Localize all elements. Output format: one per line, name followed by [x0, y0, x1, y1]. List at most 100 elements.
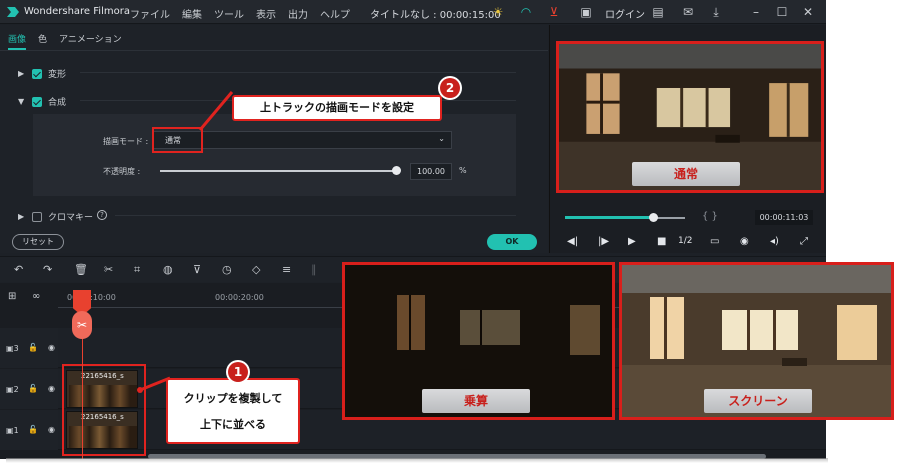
monitor-icon[interactable]: ▭	[710, 236, 719, 247]
add-track-icon[interactable]: ⊞	[8, 291, 16, 302]
lock-icon[interactable]: 🔓	[28, 384, 38, 393]
ok-button[interactable]: OK	[487, 234, 537, 250]
step-badge-1: 1	[228, 362, 248, 382]
callout-pointer	[198, 91, 234, 131]
eye-icon[interactable]: ◉	[48, 343, 55, 352]
clips-highlight	[62, 364, 146, 456]
speed-icon[interactable]: ⊽	[193, 263, 201, 276]
tab-divider	[0, 50, 548, 51]
menu-edit[interactable]: 編集	[182, 6, 202, 21]
lightbulb-icon[interactable]: ☀	[490, 4, 506, 20]
opacity-label: 不透明度 :	[103, 167, 141, 176]
opacity-slider[interactable]	[160, 170, 396, 172]
cart-icon[interactable]: ⊻	[546, 4, 562, 20]
login-button[interactable]: ログイン	[605, 6, 645, 21]
callout-duplicate-clip: クリップを複製して 上下に並べる	[166, 378, 300, 444]
chroma-key-checkbox[interactable]	[32, 211, 42, 222]
chevron-down-icon: ⌄	[438, 134, 445, 143]
undo-icon[interactable]: ↶	[14, 263, 23, 276]
caption-screen: スクリーン	[704, 389, 812, 413]
eye-icon[interactable]: ◉	[48, 384, 55, 393]
track-number: 2	[13, 385, 19, 394]
document-title: タイトルなし : 00:00:15:00	[370, 10, 501, 21]
chevron-right-icon[interactable]: ▶	[18, 69, 26, 78]
section-transform[interactable]: ▶ 変形	[18, 67, 66, 80]
tab-color[interactable]: 色	[38, 32, 47, 50]
audio-icon[interactable]: ∥	[311, 263, 317, 276]
menu-bar: ファイル 編集 ツール 表示 出力 ヘルプ	[130, 6, 350, 21]
step-badge-2: 2	[440, 78, 460, 98]
preview-viewer: 通常	[556, 41, 824, 193]
composite-checkbox[interactable]	[32, 96, 42, 107]
video-track-icon: ▣3	[6, 344, 19, 353]
caption-multiply: 乗算	[422, 389, 530, 413]
preview-scrubber-handle[interactable]	[649, 213, 658, 222]
tab-image[interactable]: 画像	[8, 32, 27, 50]
volume-icon[interactable]: ◂)	[770, 236, 779, 247]
next-frame-icon[interactable]: |▶	[598, 236, 609, 247]
inspector-tabs: 画像 色 アニメーション	[8, 32, 122, 50]
chevron-right-icon[interactable]: ▶	[18, 212, 26, 221]
eye-icon[interactable]: ◉	[48, 425, 55, 434]
lock-icon[interactable]: 🔓	[28, 425, 38, 434]
section-chroma-key[interactable]: ▶ クロマキー	[18, 210, 93, 223]
camera-icon[interactable]: ◉	[740, 236, 749, 247]
save-icon[interactable]: ▤	[650, 4, 666, 20]
opacity-input[interactable]: 100.00	[410, 163, 452, 180]
callout-line: クリップを複製して	[183, 392, 283, 405]
previous-frame-icon[interactable]: ◀|	[567, 236, 578, 247]
lock-icon[interactable]: 🔓	[28, 343, 38, 352]
app-name: Wondershare Filmora	[24, 6, 130, 17]
timer-icon[interactable]: ◷	[222, 263, 232, 276]
menu-file[interactable]: ファイル	[130, 6, 170, 21]
opacity-slider-handle[interactable]	[392, 166, 401, 175]
close-icon[interactable]: ✕	[800, 4, 816, 20]
delete-icon[interactable]: 🗑	[74, 263, 88, 276]
divider	[115, 215, 516, 216]
video-track-icon: ▣2	[6, 385, 19, 394]
composite-label: 合成	[48, 98, 67, 108]
blend-mode-label: 描画モード :	[103, 137, 149, 146]
divider	[80, 72, 516, 73]
play-icon[interactable]: ▶	[628, 236, 636, 247]
transform-label: 変形	[48, 70, 67, 80]
reset-button[interactable]: リセット	[12, 234, 64, 250]
keyframe-icon[interactable]: ◇	[252, 263, 260, 276]
help-icon[interactable]: ?	[97, 210, 107, 220]
tab-animation[interactable]: アニメーション	[59, 32, 122, 50]
composite-settings	[33, 114, 516, 196]
link-icon[interactable]: ∞	[32, 291, 40, 302]
mail-icon[interactable]: ✉	[680, 4, 696, 20]
crop-icon[interactable]: ⌗	[134, 263, 140, 277]
menu-view[interactable]: 表示	[256, 6, 276, 21]
headset-icon[interactable]: ◠	[518, 4, 534, 20]
download-icon[interactable]: ⤓	[708, 4, 724, 20]
menu-tools[interactable]: ツール	[214, 6, 244, 21]
track-number: 1	[13, 426, 19, 435]
fullscreen-icon[interactable]: ⤢	[800, 236, 808, 247]
opacity-unit: %	[459, 166, 467, 175]
mark-in-out[interactable]: { }	[702, 211, 718, 222]
color-icon[interactable]: ◍	[163, 263, 173, 276]
adjust-icon[interactable]: ≡	[282, 263, 291, 276]
preview-timecode: 00:00:11:03	[755, 210, 813, 225]
chroma-key-label: クロマキー	[48, 213, 94, 223]
track-header-1: ▣1 🔓 ◉	[0, 410, 58, 450]
preview-progress	[565, 216, 653, 219]
maximize-icon[interactable]: ☐	[774, 4, 790, 20]
transform-checkbox[interactable]	[32, 68, 42, 79]
gift-icon[interactable]: ▣	[578, 4, 594, 20]
scissors-icon[interactable]: ✂	[72, 311, 92, 339]
window-shadow	[6, 458, 828, 463]
track-header-3: ▣3 🔓 ◉	[0, 328, 58, 368]
ruler-label: 00:00:20:00	[215, 293, 264, 302]
minimize-icon[interactable]: –	[748, 4, 764, 20]
menu-help[interactable]: ヘルプ	[320, 6, 350, 21]
cut-icon[interactable]: ✂	[104, 263, 113, 276]
section-composite[interactable]: ▼ 合成	[18, 95, 66, 108]
menu-export[interactable]: 出力	[288, 6, 308, 21]
playback-ratio[interactable]: 1/2	[678, 236, 692, 246]
stop-icon[interactable]: ■	[657, 236, 666, 247]
redo-icon[interactable]: ↷	[43, 263, 52, 276]
chevron-down-icon[interactable]: ▼	[18, 97, 26, 106]
